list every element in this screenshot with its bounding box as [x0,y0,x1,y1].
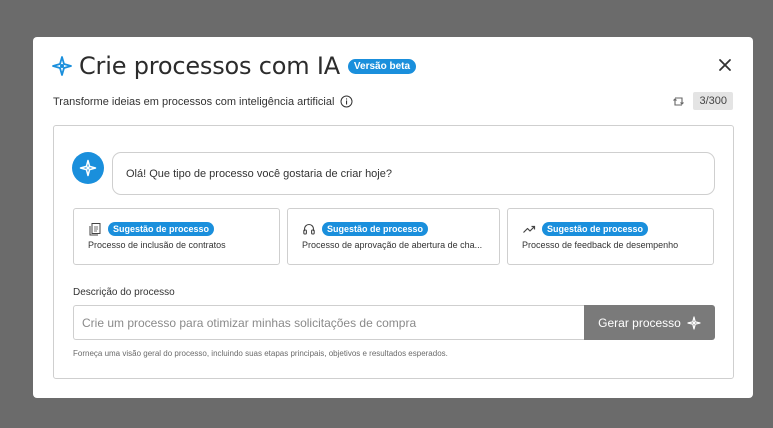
subtitle-row: Transforme ideias em processos com intel… [53,95,353,108]
counter-badge: 3/300 [693,92,733,110]
process-input-row: Gerar processo [73,305,715,340]
suggestion-text: Processo de feedback de desempenho [522,240,679,250]
ai-avatar [72,152,104,184]
sparkle-icon [79,159,97,177]
generate-button-label: Gerar processo [598,315,681,330]
modal-title: Crie processos com IA [79,52,340,80]
suggestion-cards: Sugestão de processo Processo de inclusã… [73,208,714,265]
description-label: Descrição do processo [73,287,175,298]
usage-counter: 3/300 [672,92,733,110]
suggestion-badge: Sugestão de processo [108,222,215,236]
chat-panel: Olá! Que tipo de processo você gostaria … [53,125,734,379]
title-row: Crie processos com IA Versão beta [51,52,417,80]
sparkle-icon [687,315,701,330]
close-icon[interactable] [717,57,733,73]
create-process-modal: Crie processos com IA Versão beta Transf… [33,37,753,398]
ai-greeting-bubble: Olá! Que tipo de processo você gostaria … [112,152,715,195]
process-description-input[interactable] [73,305,584,340]
sparkle-icon [51,55,73,77]
suggestion-card[interactable]: Sugestão de processo Processo de inclusã… [73,208,280,265]
trend-up-icon [522,222,536,236]
document-copy-icon [88,222,102,236]
suggestion-text: Processo de aprovação de abertura de cha… [302,240,483,250]
suggestion-card[interactable]: Sugestão de processo Processo de aprovaç… [287,208,500,265]
generate-process-button[interactable]: Gerar processo [584,305,715,340]
headphones-icon [302,222,316,236]
suggestion-card[interactable]: Sugestão de processo Processo de feedbac… [507,208,714,265]
suggestion-badge: Sugestão de processo [322,222,429,236]
suggestion-badge: Sugestão de processo [542,222,649,236]
info-icon[interactable] [340,95,353,108]
greeting-text: Olá! Que tipo de processo você gostaria … [126,167,392,180]
description-hint: Forneça uma visão geral do processo, inc… [73,349,448,358]
beta-badge: Versão beta [347,58,417,74]
suggestion-text: Processo de inclusão de contratos [88,240,226,250]
modal-subtitle: Transforme ideias em processos com intel… [53,95,335,108]
refresh-icon [672,95,685,108]
